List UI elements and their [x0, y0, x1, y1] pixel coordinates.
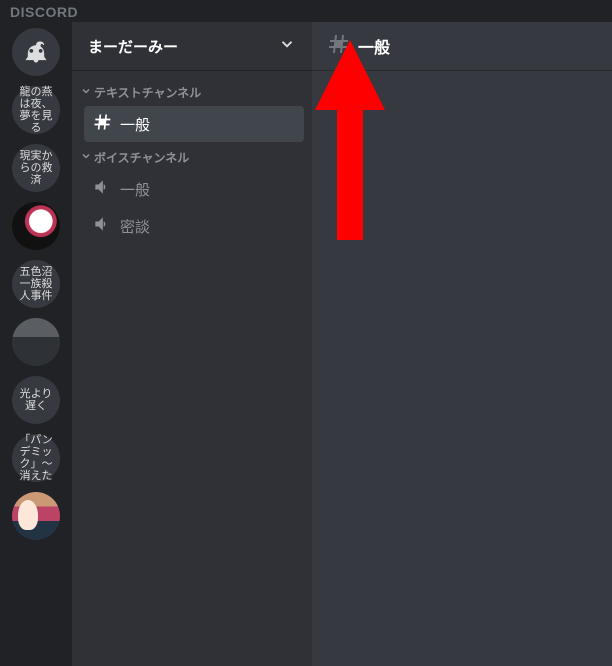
- chat-body: [312, 70, 612, 666]
- brand-label: DISCORD: [0, 0, 612, 22]
- chat-pane: 一般: [312, 22, 612, 666]
- channel-name: 一般: [120, 179, 150, 200]
- server-pill[interactable]: 五色沼一族殺人事件: [12, 260, 60, 308]
- channel-name: 一般: [120, 114, 150, 135]
- channel-category[interactable]: ボイスチャンネル: [76, 143, 304, 170]
- category-label: テキストチャンネル: [94, 84, 201, 101]
- open-channel-name: 一般: [358, 34, 390, 58]
- hash-icon: [92, 112, 112, 136]
- channel-list: テキストチャンネル一般ボイスチャンネル一般密談: [72, 70, 312, 666]
- server-pill[interactable]: 現実からの救済: [12, 144, 60, 192]
- chevron-down-icon: [278, 35, 296, 58]
- server-pill[interactable]: 「パンデミック」〜消えた: [12, 434, 60, 482]
- server-rail: 龍の燕は夜、夢を見る現実からの救済五色沼一族殺人事件光より遅く「パンデミック」〜…: [0, 22, 72, 666]
- server-pill[interactable]: 光より遅く: [12, 376, 60, 424]
- channel-name: 密談: [120, 216, 150, 237]
- text-channel[interactable]: 一般: [84, 106, 304, 142]
- server-pill[interactable]: [12, 492, 60, 540]
- voice-channel[interactable]: 一般: [84, 171, 304, 207]
- voice-channel[interactable]: 密談: [84, 208, 304, 244]
- category-label: ボイスチャンネル: [94, 149, 189, 166]
- channel-sidebar: まーだーみー テキストチャンネル一般ボイスチャンネル一般密談: [72, 22, 312, 666]
- server-name: まーだーみー: [88, 36, 178, 57]
- server-pill[interactable]: [12, 318, 60, 366]
- speaker-icon: [92, 214, 112, 238]
- server-pill[interactable]: 龍の燕は夜、夢を見る: [12, 86, 60, 134]
- server-pill[interactable]: [12, 202, 60, 250]
- speaker-icon: [92, 177, 112, 201]
- channel-header: 一般: [312, 22, 612, 70]
- server-header[interactable]: まーだーみー: [72, 22, 312, 70]
- hash-icon: [326, 32, 350, 61]
- chevron-down-icon: [80, 85, 92, 100]
- home-button[interactable]: [12, 28, 60, 76]
- channel-category[interactable]: テキストチャンネル: [76, 78, 304, 105]
- chevron-down-icon: [80, 150, 92, 165]
